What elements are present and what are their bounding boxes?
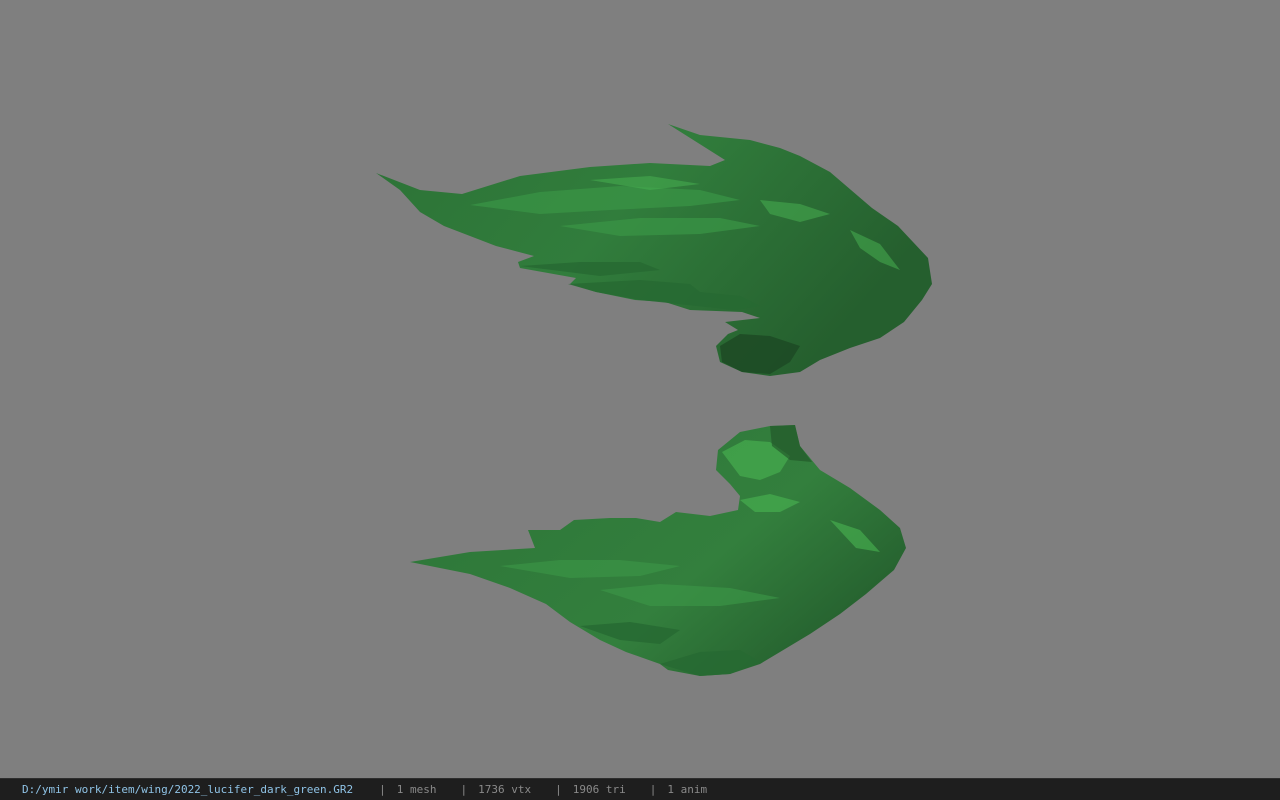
triangle-count: 1906 tri [572,783,626,796]
lower-wing [410,425,906,676]
upper-wing-body [376,124,932,376]
status-separator: | [379,783,386,796]
vertex-count: 1736 vtx [478,783,532,796]
3d-viewport[interactable] [0,0,1280,778]
model-render [376,124,932,676]
mesh-count: 1 mesh [396,783,437,796]
file-path: D:/ymir work/item/wing/2022_lucifer_dark… [22,783,354,796]
status-separator: | [460,783,468,796]
status-bar: D:/ymir work/item/wing/2022_lucifer_dark… [0,778,1280,800]
anim-count: 1 anim [667,783,708,796]
status-separator: | [649,783,657,796]
upper-wing [376,124,932,376]
status-separator: | [555,783,562,796]
